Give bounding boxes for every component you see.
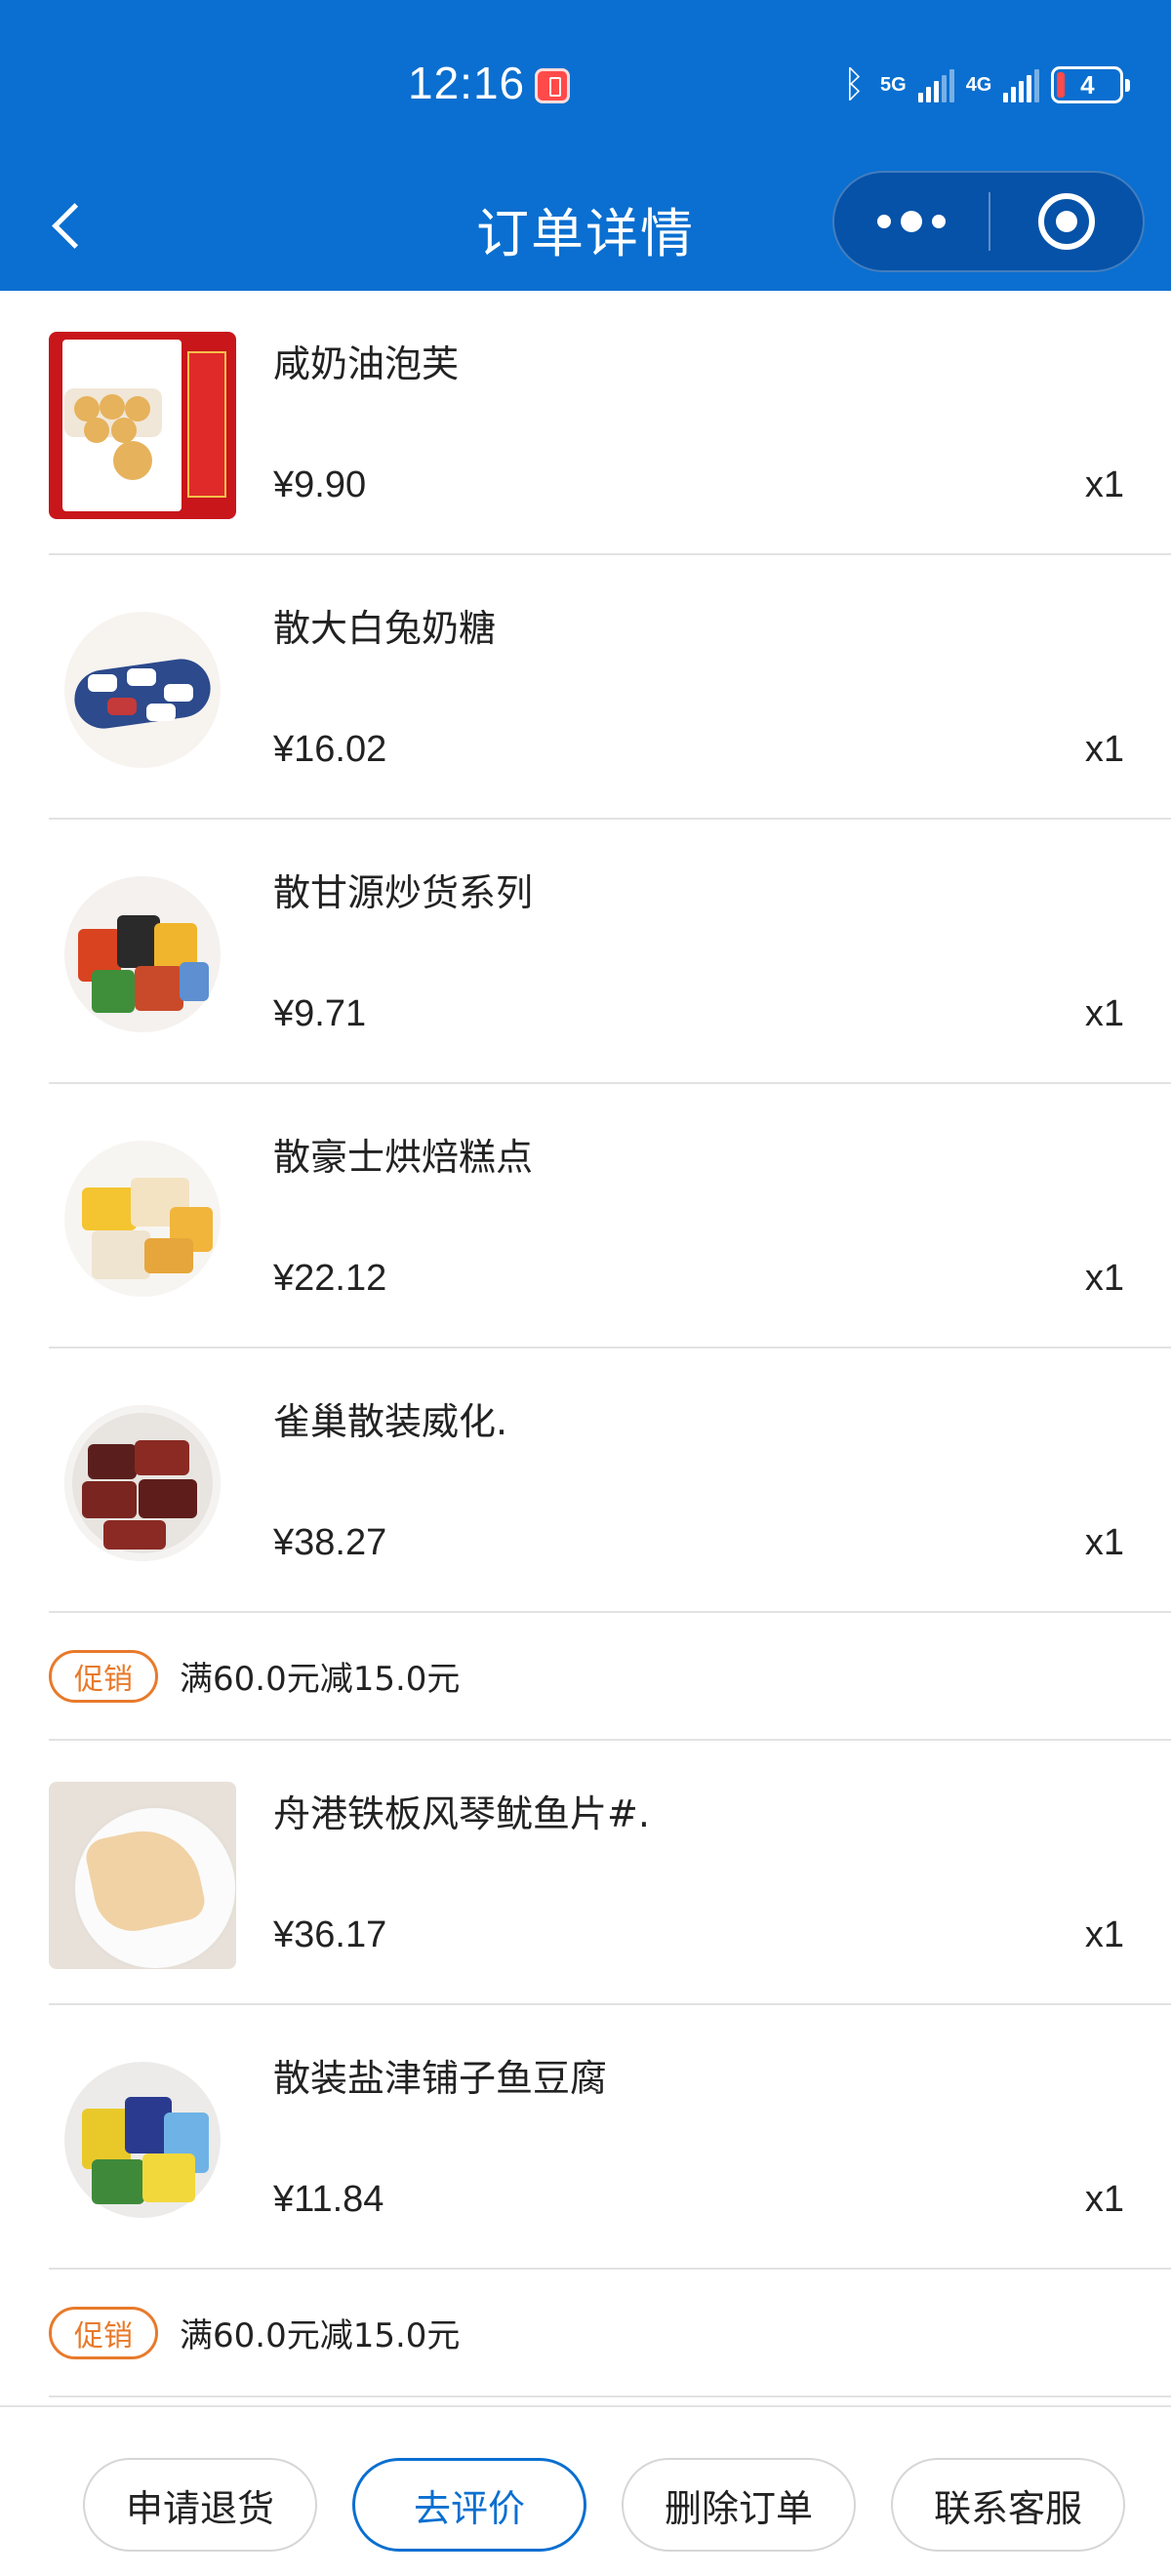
signal-4g-icon bbox=[1003, 67, 1040, 102]
battery-icon: 4 bbox=[1051, 66, 1131, 103]
product-quantity: x1 bbox=[1084, 2179, 1124, 2220]
product-image bbox=[49, 1782, 236, 1969]
product-image bbox=[49, 2046, 236, 2234]
product-name: 散大白兔奶糖 bbox=[273, 607, 497, 650]
product-name: 散装盐津铺子鱼豆腐 bbox=[273, 2057, 608, 2100]
product-quantity: x1 bbox=[1084, 464, 1124, 505]
product-name: 雀巢散装威化. bbox=[273, 1400, 508, 1443]
order-item[interactable]: 雀巢散装威化. ¥38.27 x1 bbox=[49, 1348, 1171, 1613]
product-quantity: x1 bbox=[1084, 729, 1124, 770]
order-item[interactable]: 咸奶油泡芙 ¥9.90 x1 bbox=[49, 291, 1171, 555]
promotion-tag: 促销 bbox=[49, 1649, 158, 1703]
contact-support-button[interactable]: 联系客服 bbox=[891, 2458, 1125, 2552]
product-image bbox=[49, 596, 236, 784]
product-name: 散甘源炒货系列 bbox=[273, 871, 534, 914]
product-name: 舟港铁板风琴鱿鱼片#. bbox=[273, 1792, 650, 1835]
product-image bbox=[49, 1389, 236, 1577]
promotion-row: 促销 满60.0元减15.0元 bbox=[49, 2270, 1171, 2397]
signal-5g-icon bbox=[917, 67, 954, 102]
order-item[interactable]: 散甘源炒货系列 ¥9.71 x1 bbox=[49, 820, 1171, 1084]
mini-program-capsule bbox=[832, 171, 1145, 272]
product-quantity: x1 bbox=[1084, 1522, 1124, 1563]
bluetooth-icon: ᛒ bbox=[842, 63, 866, 105]
product-image bbox=[49, 332, 236, 519]
order-item[interactable]: 散豪士烘焙糕点 ¥22.12 x1 bbox=[49, 1084, 1171, 1348]
product-name: 散豪士烘焙糕点 bbox=[273, 1136, 534, 1179]
request-return-button[interactable]: 申请退货 bbox=[83, 2458, 317, 2552]
order-actions-bar: 申请退货 去评价 删除订单 联系客服 bbox=[0, 2405, 1171, 2576]
promotion-text: 满60.0元减15.0元 bbox=[180, 2316, 461, 2355]
close-mini-program-icon[interactable] bbox=[990, 173, 1143, 270]
order-item[interactable]: 舟港铁板风琴鱿鱼片#. ¥36.17 x1 bbox=[49, 1741, 1171, 2005]
product-name: 咸奶油泡芙 bbox=[273, 342, 460, 385]
product-price: ¥9.71 bbox=[273, 993, 367, 1034]
product-price: ¥9.90 bbox=[273, 464, 367, 505]
product-quantity: x1 bbox=[1084, 993, 1124, 1034]
delete-order-button[interactable]: 删除订单 bbox=[622, 2458, 856, 2552]
battery-saver-icon bbox=[535, 68, 570, 103]
product-price: ¥22.12 bbox=[273, 1258, 387, 1299]
promotion-tag: 促销 bbox=[49, 2306, 158, 2359]
order-item-list: 咸奶油泡芙 ¥9.90 x1 散大白兔奶糖 ¥16.02 x1 散甘源炒货系列 bbox=[0, 291, 1171, 2397]
status-icons: ᛒ 5G 4G 4 bbox=[839, 60, 1131, 109]
network-label-4g: 4G bbox=[965, 73, 992, 96]
product-quantity: x1 bbox=[1084, 1914, 1124, 1955]
product-price: ¥11.84 bbox=[273, 2179, 384, 2220]
status-bar: 12:16 ᛒ 5G 4G 4 bbox=[0, 0, 1171, 171]
header: 12:16 ᛒ 5G 4G 4 订单详情 bbox=[0, 0, 1171, 291]
order-item[interactable]: 散装盐津铺子鱼豆腐 ¥11.84 x1 bbox=[49, 2005, 1171, 2270]
product-price: ¥38.27 bbox=[273, 1522, 387, 1563]
order-item[interactable]: 散大白兔奶糖 ¥16.02 x1 bbox=[49, 555, 1171, 820]
product-quantity: x1 bbox=[1084, 1258, 1124, 1299]
product-price: ¥16.02 bbox=[273, 729, 387, 770]
product-price: ¥36.17 bbox=[273, 1914, 387, 1955]
more-icon[interactable] bbox=[834, 173, 989, 270]
battery-level: 4 bbox=[1080, 69, 1095, 100]
clock: 12:16 bbox=[408, 58, 526, 108]
product-image bbox=[49, 861, 236, 1048]
write-review-button[interactable]: 去评价 bbox=[352, 2458, 586, 2552]
network-label-5g: 5G bbox=[880, 73, 907, 96]
promotion-text: 满60.0元减15.0元 bbox=[180, 1660, 461, 1699]
nav-bar: 订单详情 bbox=[0, 171, 1171, 291]
product-image bbox=[49, 1125, 236, 1312]
promotion-row: 促销 满60.0元减15.0元 bbox=[49, 1613, 1171, 1741]
